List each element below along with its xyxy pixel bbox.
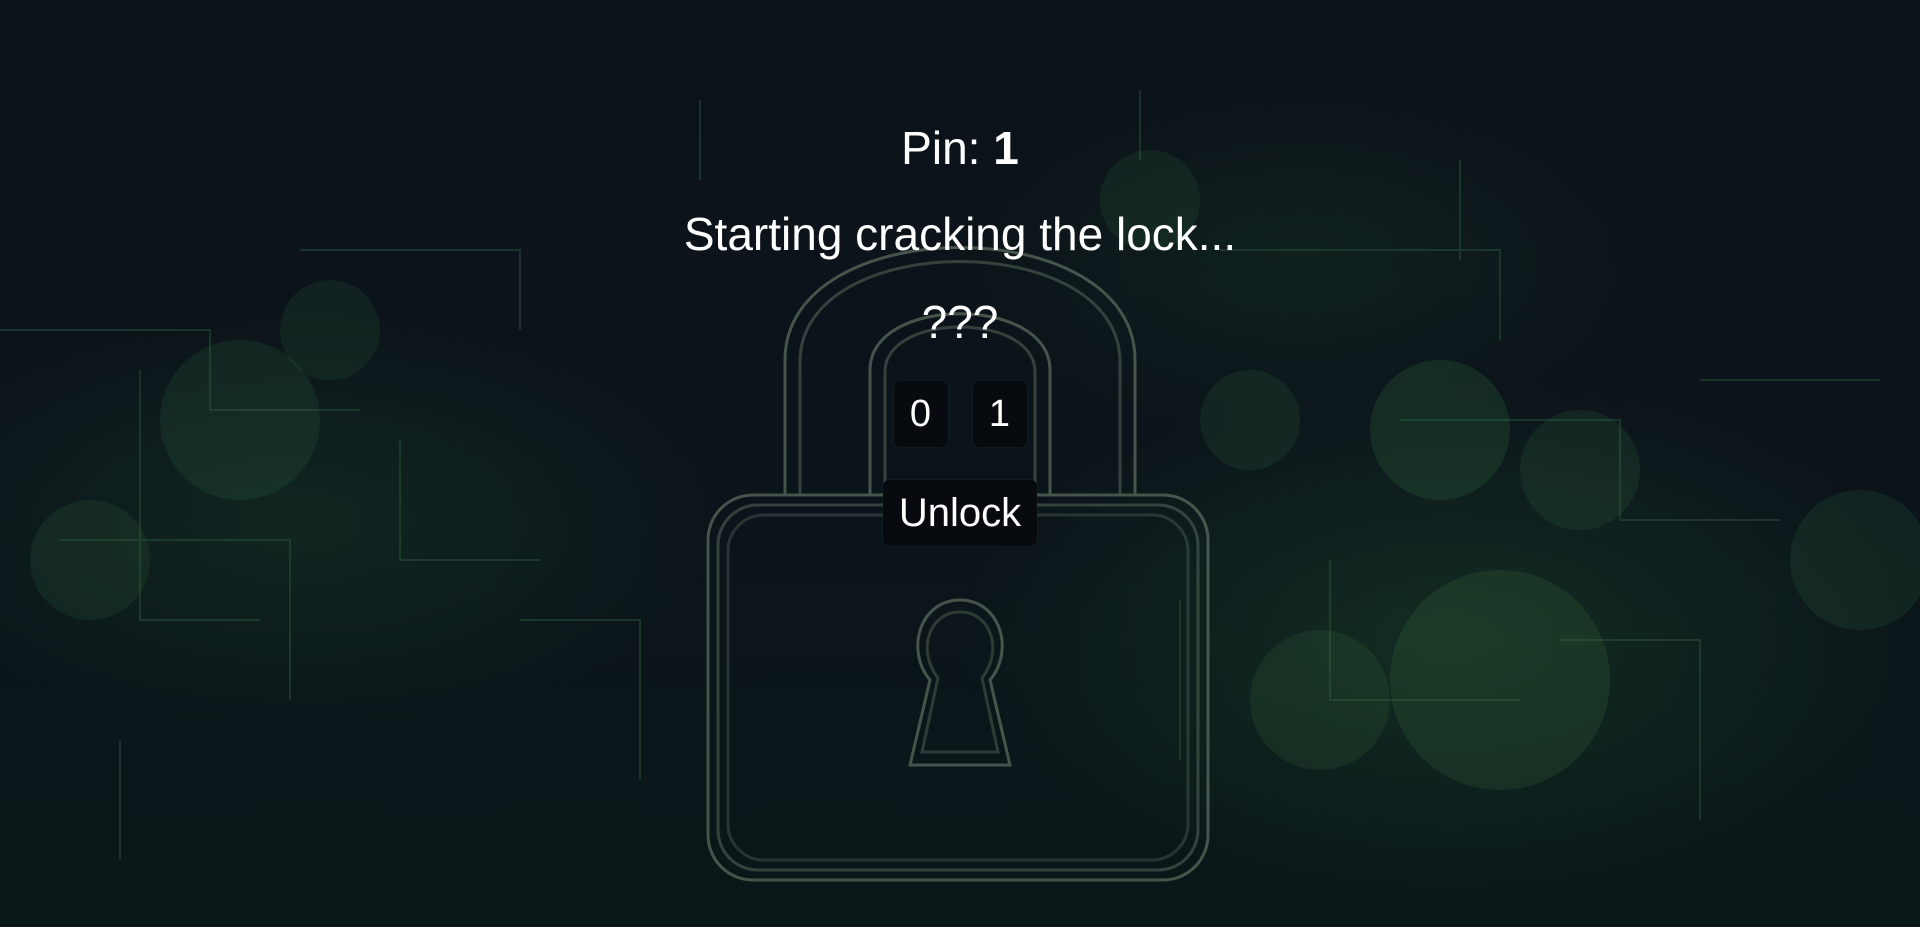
digit-buttons: 0 1 (0, 381, 1920, 447)
pin-label: Pin: (901, 122, 981, 174)
unlock-container: Unlock (0, 480, 1920, 546)
pin-display: Pin: 1 (0, 120, 1920, 176)
unlock-button[interactable]: Unlock (882, 480, 1038, 546)
digit-button-0[interactable]: 0 (893, 381, 948, 447)
status-message: Starting cracking the lock... (683, 208, 1237, 260)
digit-button-1[interactable]: 1 (972, 381, 1027, 447)
pin-value: 1 (993, 122, 1019, 174)
lock-screen: Pin: 1 Starting cracking the lock... ???… (0, 0, 1920, 927)
hint-text: ??? (921, 296, 999, 348)
